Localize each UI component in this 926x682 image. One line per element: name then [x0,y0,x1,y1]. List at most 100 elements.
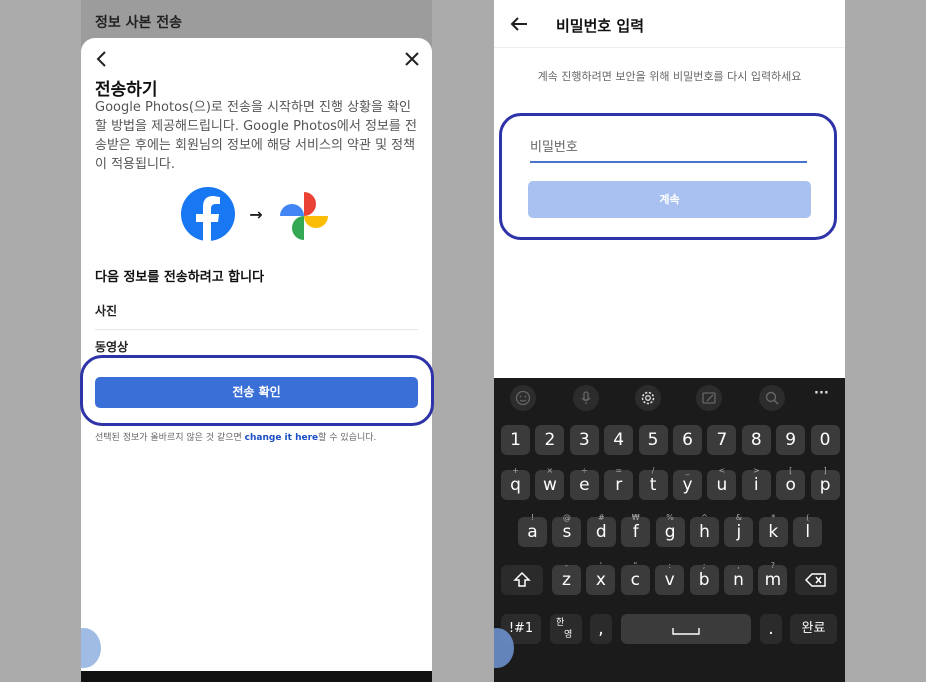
facebook-icon [181,187,235,243]
key-l-secondary: ( [806,513,810,522]
language-key[interactable]: 한영 [550,614,582,644]
key-g-label: g [664,522,676,542]
more-glyph: ··· [814,386,829,401]
key-t-label: t [649,475,657,495]
key-0[interactable]: 0 [810,425,840,455]
key-f[interactable]: ₩ f [621,513,651,547]
backspace-icon [804,573,826,587]
arrow-glyph: → [249,205,262,224]
key-h[interactable]: ^ h [690,513,719,547]
google-photos-icon [280,192,328,240]
key-p[interactable]: ] p [810,466,840,500]
key-3[interactable]: 3 [569,425,599,455]
key-9[interactable]: 9 [776,425,806,455]
key-w[interactable]: × w [535,466,565,500]
key-c[interactable]: " c [620,561,650,595]
key-v-label: v [664,570,675,590]
footnote-text: 선택된 정보가 올바르지 않은 것 같으면 [95,433,245,443]
key-q[interactable]: + q [501,466,530,500]
key-c-secondary: " [633,561,638,570]
key-u[interactable]: < u [707,466,737,500]
key-r-label: r [615,475,623,495]
key-q-secondary: + [512,466,519,475]
key-y-secondary: _ [685,466,690,475]
sheet-title: 전송하기 [95,80,158,100]
backspace-key[interactable] [795,565,837,595]
key-y-label: y [682,475,693,495]
key-h-label: h [699,522,710,542]
key-d-label: d [595,522,607,542]
key-5[interactable]: 5 [638,425,668,455]
change-it-here-link[interactable]: change it here [245,433,318,443]
key-i-label: i [753,475,759,495]
settings-icon[interactable] [635,385,661,411]
key-t[interactable]: / t [638,466,668,500]
key-6-label: 6 [682,430,693,450]
search-icon[interactable] [759,385,785,411]
key-1[interactable]: 1 [501,425,530,455]
key-k[interactable]: * k [758,513,788,547]
emoji-icon[interactable] [510,385,536,411]
key-8[interactable]: 8 [741,425,771,455]
key-2[interactable]: 2 [535,425,565,455]
comma-key-label: , [598,619,604,639]
mic-icon[interactable] [573,385,599,411]
key-m[interactable]: ? m [758,561,788,595]
key-v-secondary: : [668,561,672,570]
transfer-logos: → [181,187,328,243]
key-n-label: n [733,570,744,590]
handwriting-icon[interactable] [696,385,722,411]
key-f-label: f [632,522,639,542]
key-e[interactable]: ÷ e [569,466,599,500]
key-s[interactable]: @ s [552,513,582,547]
key-b[interactable]: ; b [689,561,719,595]
period-key[interactable]: . [760,614,782,644]
more-icon[interactable]: ··· [812,385,838,411]
key-y[interactable]: _ y [673,466,702,500]
key-a-label: a [527,522,538,542]
shift-icon [513,571,531,587]
space-key[interactable] [621,614,751,644]
key-a[interactable]: ! a [518,513,547,547]
key-4-label: 4 [613,430,625,450]
key-f-secondary: ₩ [631,513,640,522]
key-j[interactable]: & j [724,513,754,547]
key-t-secondary: / [651,466,655,475]
key-x[interactable]: ' x [586,561,616,595]
key-l[interactable]: (l [793,513,823,547]
key-m-secondary: ? [770,561,776,570]
comma-key[interactable]: , [590,614,612,644]
key-a-secondary: ! [530,513,535,522]
close-icon[interactable] [401,48,423,70]
key-z-label: z [562,570,571,590]
key-u-secondary: < [718,466,726,475]
page-title: 비밀번호 입력 [556,17,645,35]
footnote-text-end: 할 수 있습니다. [318,433,377,443]
key-g[interactable]: % g [655,513,685,547]
key-k-secondary: * [771,513,776,522]
key-r[interactable]: = r [604,466,634,500]
key-3-label: 3 [578,430,590,450]
key-1-label: 1 [510,430,521,450]
shift-key[interactable] [501,565,543,595]
key-6[interactable]: 6 [673,425,702,455]
key-i[interactable]: > i [741,466,771,500]
key-h-secondary: ^ [701,513,708,522]
key-4[interactable]: 4 [604,425,634,455]
key-o-secondary: [ [789,466,793,475]
back-arrow-icon[interactable] [508,13,530,35]
chevron-left-icon[interactable] [91,48,113,70]
section-title: 다음 정보를 전송하려고 합니다 [95,270,265,285]
done-key[interactable]: 완료 [790,614,837,644]
key-j-secondary: & [735,513,743,522]
key-d[interactable]: # d [586,513,616,547]
key-b-secondary: ; [702,561,706,570]
transfer-item-photos: 사진 [95,302,418,330]
key-7[interactable]: 7 [707,425,737,455]
key-o[interactable]: [o [776,466,806,500]
system-nav-bar [81,671,432,682]
key-v[interactable]: :v [655,561,685,595]
key-m-label: m [764,570,782,590]
key-z[interactable]: -z [552,561,581,595]
key-n[interactable]: ,n [724,561,753,595]
